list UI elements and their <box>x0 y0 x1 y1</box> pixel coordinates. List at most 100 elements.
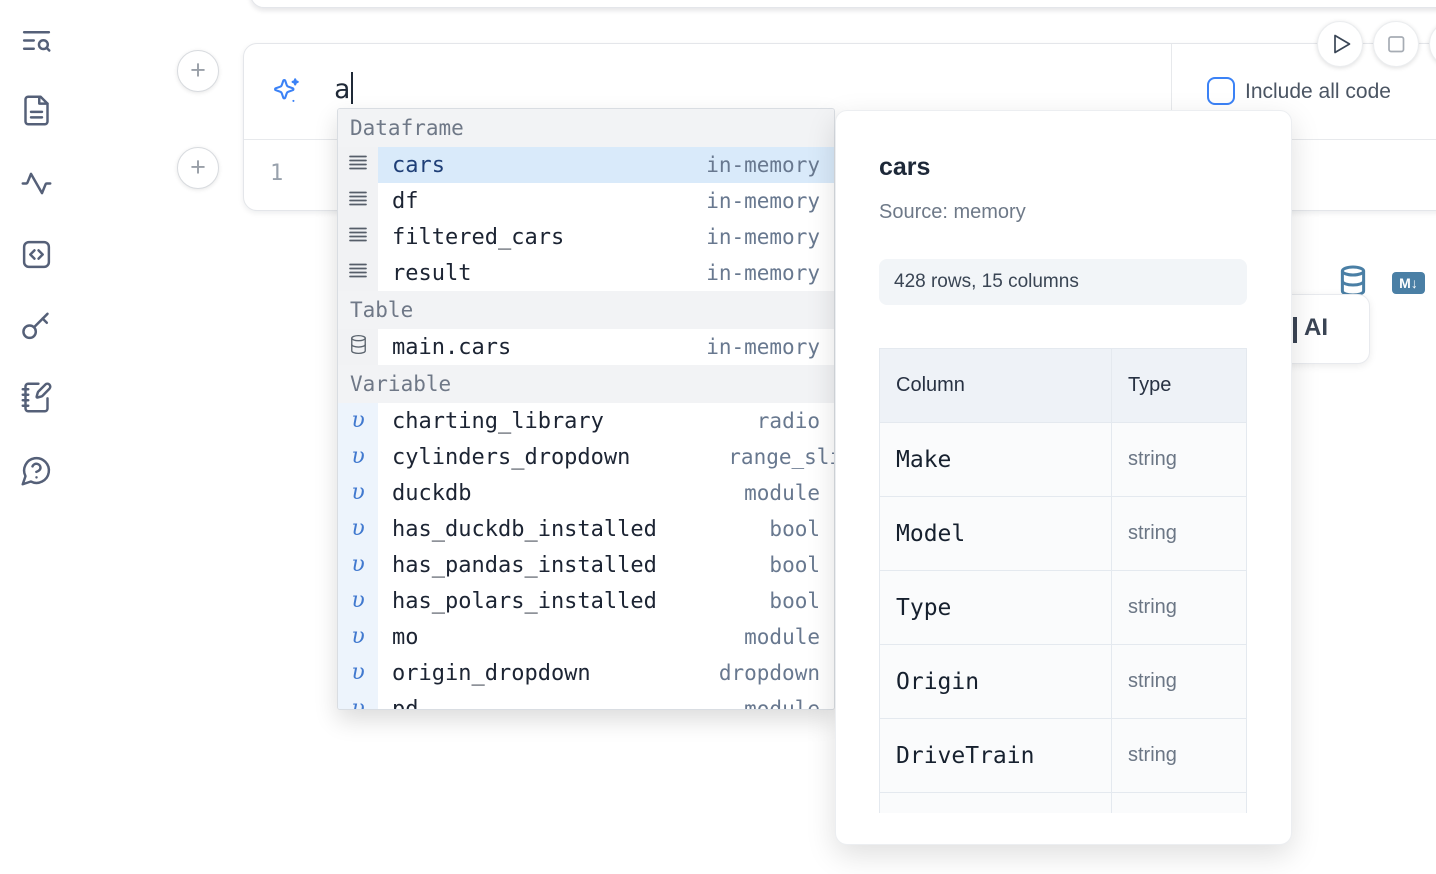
activity-icon[interactable] <box>20 167 53 200</box>
toc-search-icon[interactable] <box>20 24 53 57</box>
schema-column-type: string <box>1112 423 1247 497</box>
schema-header-type: Type <box>1112 349 1247 423</box>
marimo-notebook: a Include all code 1 M↓ + + AI Dataframe… <box>0 0 1436 874</box>
include-all-code-label: Include all code <box>1245 80 1391 104</box>
scratchpad-notebook-icon[interactable] <box>20 381 53 414</box>
prompt-value: a <box>334 74 350 105</box>
item-type: in-memory <box>706 189 820 213</box>
text-caret <box>351 72 353 104</box>
line-number: 1 <box>270 161 283 186</box>
help-chat-icon[interactable] <box>20 454 53 487</box>
database-icon[interactable] <box>1338 264 1368 298</box>
item-type: in-memory <box>706 153 820 177</box>
autocomplete-item[interactable]: filtered_carsin-memory <box>338 219 834 255</box>
schema-column-name: Origin <box>880 645 1112 719</box>
run-button[interactable] <box>1317 21 1363 67</box>
autocomplete-item[interactable]: υhas_polars_installedbool <box>338 583 834 619</box>
item-type: bool <box>769 553 820 577</box>
autocomplete-item[interactable]: result in-memory <box>338 255 834 291</box>
autocomplete-item[interactable]: υcylinders_dropdownrange_slider <box>338 439 834 475</box>
schema-table: Column Type MakestringModelstringTypestr… <box>879 348 1247 813</box>
item-gutter: υ <box>338 691 378 710</box>
item-type: in-memory <box>706 261 820 285</box>
variable-icon: υ <box>351 410 364 432</box>
item-content: charting_libraryradio <box>378 403 834 439</box>
variable-icon: υ <box>351 698 364 710</box>
item-gutter: υ <box>338 439 378 475</box>
item-label: cars <box>392 153 445 178</box>
file-document-icon[interactable] <box>20 94 53 127</box>
markdown-convert-icon[interactable]: M↓ <box>1392 272 1425 294</box>
schema-column-name <box>880 793 1112 814</box>
item-type: dropdown <box>719 661 820 685</box>
item-content: has_duckdb_installed bool <box>378 511 834 547</box>
stop-square-icon <box>1374 22 1418 66</box>
schema-row: Originstring <box>880 645 1247 719</box>
autocomplete-item[interactable]: υorigin_dropdowndropdown <box>338 655 834 691</box>
item-content: result in-memory <box>378 255 834 291</box>
item-content: duckdbmodule <box>378 475 834 511</box>
item-gutter <box>338 255 378 291</box>
autocomplete-list: Dataframecarsin-memorydfin-memoryfiltere… <box>338 109 834 710</box>
item-content: mo module <box>378 619 834 655</box>
variable-icon: υ <box>351 518 364 540</box>
variable-icon: υ <box>351 590 364 612</box>
stop-button[interactable] <box>1373 21 1419 67</box>
item-gutter: υ <box>338 619 378 655</box>
ai-prompt-input[interactable]: a <box>334 72 353 105</box>
autocomplete-item[interactable]: df in-memory <box>338 183 834 219</box>
item-gutter <box>338 183 378 219</box>
include-all-code-checkbox[interactable] <box>1207 77 1235 105</box>
item-label: result <box>392 261 471 286</box>
item-type: module <box>744 697 820 710</box>
rows-icon <box>348 190 368 212</box>
schema-row: Typestring <box>880 571 1247 645</box>
rows-icon <box>348 262 368 284</box>
item-type: radio <box>757 409 820 433</box>
schema-column-type: string <box>1112 571 1247 645</box>
item-gutter <box>338 219 378 255</box>
item-label: df <box>392 189 419 214</box>
item-type: bool <box>769 517 820 541</box>
item-gutter <box>338 147 378 183</box>
autocomplete-section-header: Variable <box>338 365 834 403</box>
autocomplete-item[interactable]: υmo module <box>338 619 834 655</box>
schema-table-wrap: Column Type MakestringModelstringTypestr… <box>879 348 1248 813</box>
item-label: has_duckdb_installed <box>392 517 657 542</box>
schema-column-type: string <box>1112 719 1247 793</box>
item-gutter: υ <box>338 511 378 547</box>
variable-icon: υ <box>351 554 364 576</box>
schema-header-row: Column Type <box>880 349 1247 423</box>
key-icon[interactable] <box>20 309 53 342</box>
autocomplete-item[interactable]: υ has_pandas_installed bool <box>338 547 834 583</box>
item-type: module <box>744 625 820 649</box>
item-content: main.carsin-memory <box>378 329 834 365</box>
autocomplete-item[interactable]: main.carsin-memory <box>338 329 834 365</box>
item-gutter: υ <box>338 547 378 583</box>
schema-column-name: DriveTrain <box>880 719 1112 793</box>
item-label: has_pandas_installed <box>392 553 657 578</box>
autocomplete-dropdown: Dataframecarsin-memorydfin-memoryfiltere… <box>337 108 835 710</box>
add-cell-below-button[interactable]: + <box>177 147 219 189</box>
schema-column-type <box>1112 793 1247 814</box>
schema-column-name: Model <box>880 497 1112 571</box>
schema-row: Makestring <box>880 423 1247 497</box>
shape-badge: 428 rows, 15 columns <box>879 259 1247 305</box>
database-icon <box>349 334 368 360</box>
ai-button-label: AI <box>1304 314 1328 342</box>
autocomplete-item[interactable]: υ has_duckdb_installed bool <box>338 511 834 547</box>
previous-cell-edge <box>250 0 1436 8</box>
item-type: in-memory <box>706 335 820 359</box>
autocomplete-item[interactable]: cars in-memory <box>338 147 834 183</box>
schema-column-name: Make <box>880 423 1112 497</box>
autocomplete-item[interactable]: υ charting_libraryradio <box>338 403 834 439</box>
dataframe-preview-panel: cars Source: memory 428 rows, 15 columns… <box>835 110 1292 845</box>
item-label: mo <box>392 625 419 650</box>
code-snippets-icon[interactable] <box>20 238 53 271</box>
item-content: pdmodule <box>378 691 834 710</box>
autocomplete-item[interactable]: υ duckdbmodule <box>338 475 834 511</box>
autocomplete-item[interactable]: υ pdmodule <box>338 691 834 710</box>
variable-icon: υ <box>351 482 364 504</box>
add-cell-above-button[interactable]: + <box>177 50 219 92</box>
variable-icon: υ <box>351 662 364 684</box>
